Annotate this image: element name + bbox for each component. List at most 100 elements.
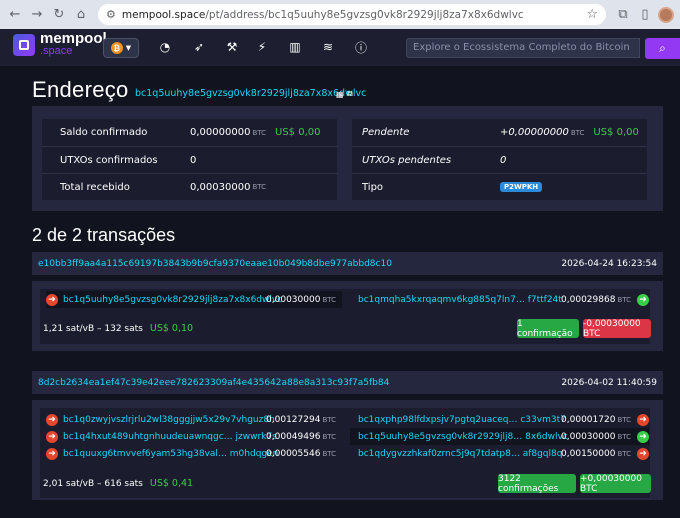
fee-fiat: US$ 0,41 bbox=[149, 478, 194, 489]
profile-avatar[interactable] bbox=[658, 6, 674, 23]
summary-value: 0,00000000 bbox=[190, 127, 251, 138]
arrow-right-icon[interactable]: ➜ bbox=[637, 447, 649, 460]
output-address[interactable]: bc1qdygvzzhkaf0zrnc5j9q7tdatp8… af8gql8q bbox=[358, 449, 562, 459]
summary-label: Total recebido bbox=[60, 181, 130, 193]
mempool-logo[interactable]: mempool .space bbox=[13, 31, 107, 57]
graphs-icon[interactable]: ▥ bbox=[288, 40, 302, 54]
site-info-icon[interactable]: ⚙ bbox=[106, 8, 116, 21]
summary-row: Tipo P2WPKH bbox=[352, 173, 647, 200]
confirmations-button[interactable]: 3122 confirmações bbox=[498, 474, 576, 494]
summary-unit: BTC bbox=[570, 128, 585, 137]
arrow-right-icon[interactable]: ➜ bbox=[46, 447, 58, 460]
reload-icon[interactable]: ↻ bbox=[50, 6, 68, 24]
summary-value: +0,00000000 bbox=[500, 127, 569, 138]
input-address[interactable]: bc1quuxg6tmvvef6yam53hg38val… m0hdqgen bbox=[63, 449, 278, 459]
tx-input-row: ➜ bc1q4hxut489uhtgnhuudeuawnqgc… jzwwrk7… bbox=[46, 428, 342, 445]
forward-icon[interactable]: → bbox=[28, 6, 46, 24]
rocket-icon[interactable]: ➶ bbox=[192, 40, 206, 54]
tx-datetime: 2026-04-24 16:23:54 bbox=[561, 258, 657, 269]
amount-delta-badge: +0,00030000 BTC bbox=[580, 474, 651, 494]
amount-unit: BTC bbox=[617, 449, 631, 458]
tx-output-row: bc1q5uuhy8e5gvzsg0vk8r2929jlj8… 8x6dwlvc… bbox=[350, 428, 649, 445]
page-title: Endereço bbox=[32, 77, 129, 102]
output-amount: 0,00030000 BTC bbox=[561, 432, 631, 442]
output-address[interactable]: bc1qxphp98lfdxpsjv7pgtq2uaceq… c33vm3t7 bbox=[358, 415, 566, 425]
bookmark-star-icon[interactable]: ☆ bbox=[586, 7, 598, 22]
url-bar[interactable]: ⚙ mempool.space/pt/address/bc1q5uuhy8e5g… bbox=[98, 4, 606, 25]
search-input[interactable]: Explore o Ecossistema Completo do Bitcoi… bbox=[406, 38, 640, 58]
summary-right-table: Pendente +0,00000000 BTC US$ 0,00 UTXOs pe… bbox=[352, 119, 647, 200]
network-selector[interactable]: ₿ ▼ bbox=[103, 38, 139, 58]
txid-link[interactable]: 8d2cb2634ea1ef47c39e42eee782623309af4e43… bbox=[38, 378, 389, 388]
copy-icon[interactable]: ⧉ bbox=[347, 89, 353, 99]
tx-body: ➜ bc1q0zwyjvszlrjrlu2wl38gggjjw5x29v7vhg… bbox=[32, 400, 663, 500]
browser-toolbar: ← → ↻ ⌂ ⚙ mempool.space/pt/address/bc1q5… bbox=[0, 0, 680, 29]
input-amount: 0,00127294 BTC bbox=[266, 415, 336, 425]
tx-fee: 2,01 sat/vB – 616 sats US$ 0,41 bbox=[43, 478, 193, 489]
output-address[interactable]: bc1qmqha5kxrqaqmv6kg885q7ln7… f7ttf24t bbox=[358, 295, 562, 305]
tx-fee: 1,21 sat/vB – 132 sats US$ 0,10 bbox=[43, 323, 193, 334]
url-path: /pt/address/bc1q5uuhy8e5gvzsg0vk8r2929jl… bbox=[205, 9, 524, 21]
summary-row: Total recebido 0,00030000 BTC bbox=[42, 173, 337, 200]
transactions-heading: 2 de 2 transações bbox=[32, 225, 176, 245]
amount-unit: BTC bbox=[617, 415, 631, 424]
amount-value: 0,00049496 bbox=[266, 431, 321, 442]
dashboard-icon[interactable]: ◔ bbox=[158, 40, 172, 54]
input-address[interactable]: bc1q4hxut489uhtgnhuudeuawnqgc… jzwwrk7s bbox=[63, 432, 277, 442]
summary-fiat: US$ 0,00 bbox=[593, 127, 639, 138]
tx-header: e10bb3ff9aa4a115c69197b3843b9b9cfa9370ea… bbox=[32, 252, 663, 275]
output-address[interactable]: bc1q5uuhy8e5gvzsg0vk8r2929jlj8… 8x6dwlvc bbox=[358, 432, 568, 442]
output-amount: 0,00150000 BTC bbox=[561, 449, 631, 459]
amount-value: 0,00030000 bbox=[266, 294, 321, 305]
input-amount: 0,00030000 BTC bbox=[266, 295, 336, 305]
tx-input-row: ➜ bc1q0zwyjvszlrjrlu2wl38gggjjw5x29v7vhg… bbox=[46, 411, 342, 428]
arrow-right-icon[interactable]: ➜ bbox=[637, 413, 649, 426]
input-address[interactable]: bc1q0zwyjvszlrjrlu2wl38gggjjw5x29v7vhguz… bbox=[63, 415, 275, 425]
summary-value: 0 bbox=[500, 154, 507, 166]
info-icon[interactable]: ⓘ bbox=[354, 40, 368, 55]
home-icon[interactable]: ⌂ bbox=[72, 6, 90, 24]
summary-label: UTXOs pendentes bbox=[362, 154, 452, 166]
summary-row: Saldo confirmado 0,00000000 BTC US$ 0,00 bbox=[42, 119, 337, 146]
arrow-right-icon[interactable]: ➜ bbox=[46, 293, 58, 306]
confirmations-button[interactable]: 1 confirmação bbox=[517, 319, 579, 339]
summary-row: Pendente +0,00000000 BTC US$ 0,00 bbox=[352, 119, 647, 146]
amount-value: 0,00029868 bbox=[561, 294, 616, 305]
summary-label: UTXOs confirmados bbox=[60, 154, 158, 166]
qr-code-icon[interactable]: ▦ bbox=[336, 90, 344, 99]
sidebar-icon[interactable]: ▯ bbox=[636, 6, 654, 24]
tx-input-row: ➜ bc1quuxg6tmvvef6yam53hg38val… m0hdqgen… bbox=[46, 445, 342, 462]
arrow-right-icon[interactable]: ➜ bbox=[46, 413, 58, 426]
summary-row: UTXOs confirmados 0 bbox=[42, 146, 337, 173]
output-amount: 0,00029868 BTC bbox=[561, 295, 631, 305]
search-button[interactable]: ⌕ bbox=[645, 38, 680, 59]
summary-left-table: Saldo confirmado 0,00000000 BTC US$ 0,00 U… bbox=[42, 119, 337, 200]
fee-rate: 1,21 sat/vB – 132 sats bbox=[43, 324, 143, 334]
txid-link[interactable]: e10bb3ff9aa4a115c69197b3843b9b9cfa9370ea… bbox=[38, 259, 392, 269]
arrow-right-icon[interactable]: ➜ bbox=[46, 430, 58, 443]
logo-text-bottom: .space bbox=[40, 45, 73, 57]
summary-label: Tipo bbox=[362, 181, 384, 193]
arrow-right-icon[interactable]: ➜ bbox=[637, 293, 649, 306]
summary-label: Pendente bbox=[362, 127, 410, 138]
url-host: mempool.space bbox=[121, 9, 206, 21]
amount-unit: BTC bbox=[322, 432, 336, 441]
input-address[interactable]: bc1q5uuhy8e5gvzsg0vk8r2929jlj8za7x8x6dwl… bbox=[63, 295, 282, 305]
summary-row: UTXOs pendentes 0 bbox=[352, 146, 647, 173]
address-type-badge: P2WPKH bbox=[500, 182, 543, 192]
amount-value: 0,00001720 bbox=[561, 414, 616, 425]
address-heading[interactable]: bc1q5uuhy8e5gvzsg0vk8r2929jlj8za7x8x6dwl… bbox=[135, 88, 366, 99]
amount-value: 0,00127294 bbox=[266, 414, 321, 425]
amount-unit: BTC bbox=[322, 449, 336, 458]
lightning-icon[interactable]: ⚡ bbox=[255, 40, 269, 54]
summary-fiat: US$ 0,00 bbox=[275, 127, 321, 138]
search-icon: ⌕ bbox=[659, 41, 666, 55]
mining-icon[interactable]: ⚒ bbox=[225, 40, 239, 54]
layers-icon[interactable]: ≋ bbox=[321, 40, 335, 54]
amount-unit: BTC bbox=[617, 432, 631, 441]
extensions-icon[interactable]: ⧉ bbox=[614, 6, 632, 24]
summary-value: 0,00030000 bbox=[190, 181, 251, 193]
logo-mark-icon bbox=[13, 34, 35, 56]
arrow-right-icon[interactable]: ➜ bbox=[637, 430, 649, 443]
back-icon[interactable]: ← bbox=[6, 6, 24, 24]
